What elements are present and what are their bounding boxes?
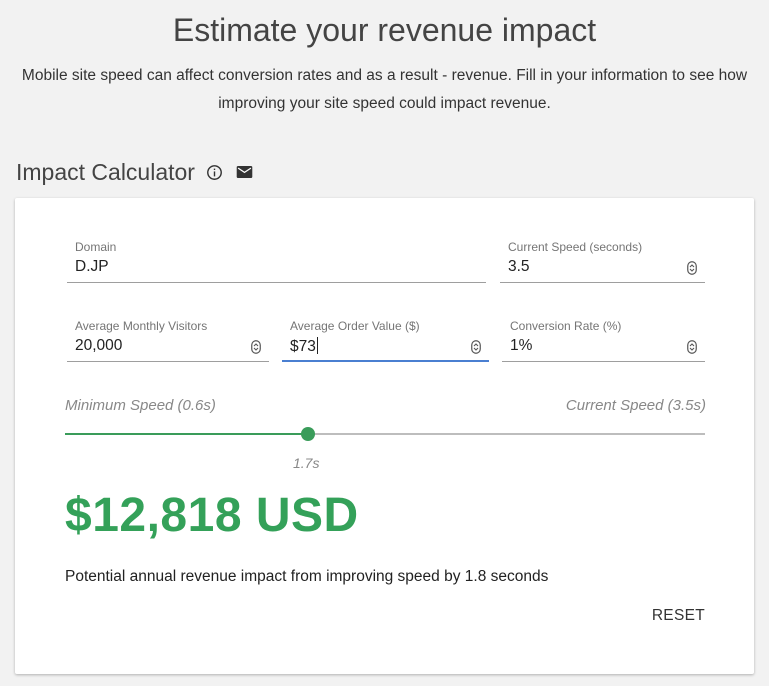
current-speed-slider-label: Current Speed (3.5s)	[565, 397, 706, 414]
email-icon[interactable]	[235, 162, 255, 182]
spinner-icon[interactable]	[687, 261, 697, 275]
current-speed-label: Current Speed (seconds)	[508, 240, 643, 254]
current-speed-input[interactable]: 3.5	[508, 258, 530, 276]
order-value-input[interactable]: $73	[290, 337, 318, 356]
reset-button[interactable]: RESET	[652, 603, 705, 629]
info-icon[interactable]	[205, 162, 225, 182]
conversion-rate-label: Conversion Rate (%)	[510, 319, 622, 333]
monthly-visitors-input[interactable]: 20,000	[75, 337, 122, 355]
order-value-text: $73	[290, 338, 316, 355]
current-speed-underline	[500, 282, 705, 283]
revenue-impact-value: $12,818 USD	[65, 489, 359, 542]
calculator-header: Impact Calculator	[16, 155, 255, 189]
page-subtitle: Mobile site speed can affect conversion …	[21, 67, 748, 112]
spinner-icon[interactable]	[251, 340, 261, 354]
monthly-visitors-underline	[67, 361, 269, 362]
slider-value: 1.7s	[293, 455, 320, 471]
calculator-card: Domain D.JP Current Speed (seconds) 3.5 …	[15, 198, 754, 674]
conversion-rate-underline	[502, 361, 705, 362]
min-speed-label: Minimum Speed (0.6s)	[65, 397, 216, 414]
domain-label: Domain	[75, 240, 117, 254]
conversion-rate-input[interactable]: 1%	[510, 337, 532, 355]
order-value-field[interactable]: Average Order Value ($) $73	[282, 319, 489, 363]
domain-underline	[67, 282, 486, 283]
spinner-icon[interactable]	[471, 340, 481, 354]
domain-field[interactable]: Domain D.JP	[67, 240, 486, 284]
order-value-label: Average Order Value ($)	[290, 319, 420, 333]
calculator-title: Impact Calculator	[16, 158, 195, 185]
speed-slider[interactable]	[65, 427, 705, 441]
revenue-impact-description: Potential annual revenue impact from imp…	[65, 568, 549, 585]
monthly-visitors-field[interactable]: Average Monthly Visitors 20,000	[67, 319, 269, 363]
text-caret	[316, 337, 318, 354]
monthly-visitors-label: Average Monthly Visitors	[75, 319, 208, 333]
conversion-rate-field[interactable]: Conversion Rate (%) 1%	[502, 319, 705, 363]
page-title: Estimate your revenue impact	[172, 12, 597, 48]
spinner-icon[interactable]	[687, 340, 697, 354]
slider-fill	[65, 433, 309, 435]
order-value-underline	[282, 360, 489, 362]
domain-input[interactable]: D.JP	[75, 258, 109, 276]
current-speed-field[interactable]: Current Speed (seconds) 3.5	[500, 240, 705, 284]
slider-thumb[interactable]	[301, 427, 316, 441]
